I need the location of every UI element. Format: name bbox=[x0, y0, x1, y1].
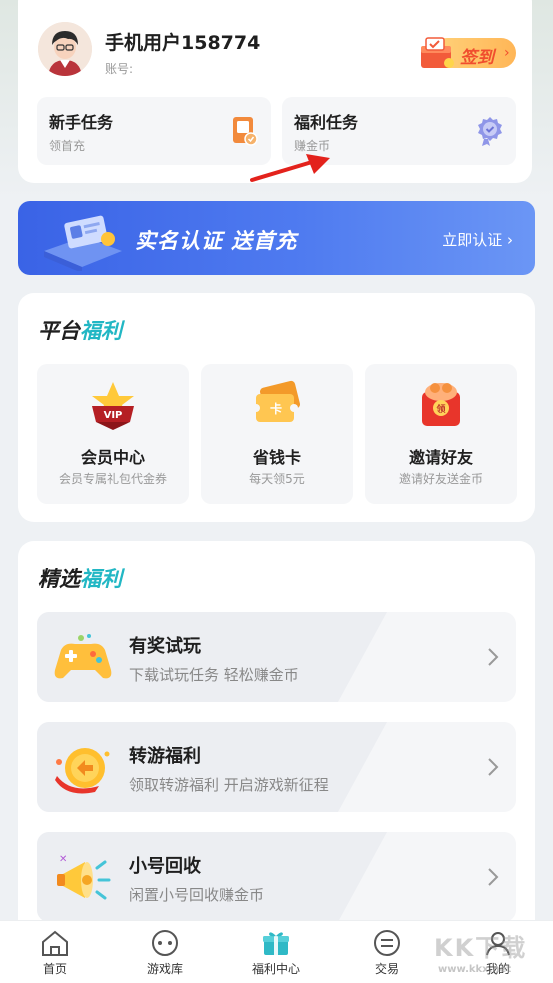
home-icon bbox=[42, 930, 68, 956]
tab-label: 交易 bbox=[374, 962, 399, 976]
gift-box-icon bbox=[421, 37, 454, 68]
task-subtitle: 领首充 bbox=[49, 139, 86, 153]
trade-icon bbox=[374, 930, 400, 956]
row-account-recycle[interactable]: ✕ 小号回收 闲置小号回收赚金币 bbox=[37, 832, 516, 922]
tile-saving-card[interactable]: 卡 省钱卡 每天领5元 bbox=[201, 364, 353, 504]
section-title: 平台福利 bbox=[38, 315, 122, 345]
tile-title: 省钱卡 bbox=[252, 448, 301, 467]
annotation-arrow bbox=[250, 154, 330, 182]
badge-icon bbox=[478, 117, 502, 146]
tab-trade[interactable]: 交易 bbox=[332, 929, 442, 983]
section-title-accent: 福利 bbox=[80, 567, 122, 591]
tile-desc: 每天领5元 bbox=[249, 472, 305, 486]
row-transfer-welfare[interactable]: 转游福利 领取转游福利 开启游戏新征程 bbox=[37, 722, 516, 812]
banner-title: 实名认证 送首充 bbox=[135, 229, 298, 253]
chevron-right-icon bbox=[488, 758, 499, 776]
tablet-gift-icon bbox=[233, 117, 258, 146]
tile-title: 会员中心 bbox=[80, 448, 145, 467]
platform-welfare-section: 平台福利 VIP 会员中心 会员专属礼包代金券 卡 省钱卡 每天领5元 领 邀请… bbox=[18, 293, 535, 522]
watermark-text: KK下载 bbox=[434, 934, 528, 962]
account-label: 账号: bbox=[105, 62, 134, 76]
svg-text:领: 领 bbox=[436, 403, 445, 415]
banner-cta[interactable]: 立即认证 › bbox=[442, 229, 513, 250]
tile-desc: 会员专属礼包代金券 bbox=[58, 472, 167, 486]
coin-swap-icon bbox=[55, 748, 110, 794]
svg-text:卡: 卡 bbox=[270, 401, 282, 416]
tile-invite-friends[interactable]: 领 邀请好友 邀请好友送金币 bbox=[365, 364, 517, 504]
section-title-plain: 精选 bbox=[38, 567, 80, 591]
tab-label: 首页 bbox=[42, 962, 67, 976]
tab-label: 福利中心 bbox=[251, 962, 300, 976]
row-title: 小号回收 bbox=[129, 856, 201, 877]
svg-text:✕: ✕ bbox=[59, 854, 67, 865]
signin-button[interactable]: 签到 › bbox=[418, 34, 516, 74]
chevron-right-icon bbox=[488, 868, 499, 886]
row-title: 转游福利 bbox=[129, 746, 201, 767]
gift-icon bbox=[263, 932, 289, 955]
task-title: 新手任务 bbox=[49, 113, 114, 132]
signin-label: 签到 bbox=[460, 48, 494, 68]
section-title-accent: 福利 bbox=[80, 319, 122, 343]
task-title: 福利任务 bbox=[294, 113, 359, 132]
ticket-card-icon: 卡 bbox=[252, 380, 301, 422]
chevron-right-icon bbox=[488, 648, 499, 666]
tab-label: 游戏库 bbox=[146, 962, 183, 976]
row-desc: 领取转游福利 开启游戏新征程 bbox=[129, 776, 329, 794]
row-desc: 闲置小号回收赚金币 bbox=[129, 886, 265, 904]
tab-welfare-center[interactable]: 福利中心 bbox=[221, 929, 331, 983]
svg-text:VIP: VIP bbox=[104, 410, 123, 421]
tile-title: 邀请好友 bbox=[408, 448, 473, 467]
selected-welfare-section: 精选福利 有奖试玩 下载试玩任务 轻松赚金币 转游福利 领取转游福利 开启游戏新… bbox=[18, 541, 535, 941]
tab-game-library[interactable]: 游戏库 bbox=[110, 929, 220, 983]
gamepad-icon bbox=[54, 634, 112, 679]
tile-member-center[interactable]: VIP 会员中心 会员专属礼包代金券 bbox=[37, 364, 189, 504]
vip-crown-icon: VIP bbox=[92, 382, 134, 430]
realname-banner[interactable]: 实名认证 送首充 立即认证 › bbox=[18, 201, 535, 275]
id-card-icon bbox=[44, 215, 122, 271]
tab-home[interactable]: 首页 bbox=[0, 929, 110, 983]
row-title: 有奖试玩 bbox=[129, 636, 201, 657]
watermark: KK下载 www.kkx.net bbox=[434, 928, 553, 978]
chevron-right-icon: › bbox=[504, 45, 510, 61]
section-title-plain: 平台 bbox=[38, 319, 80, 343]
row-trial-play[interactable]: 有奖试玩 下载试玩任务 轻松赚金币 bbox=[37, 612, 516, 702]
red-envelope-icon: 领 bbox=[422, 383, 460, 426]
user-avatar[interactable] bbox=[38, 22, 92, 76]
username: 手机用户158774 bbox=[105, 32, 261, 54]
game-library-icon bbox=[152, 930, 178, 956]
megaphone-icon: ✕ bbox=[57, 854, 111, 900]
watermark-sub: www.kkx.net bbox=[438, 964, 512, 975]
tile-desc: 邀请好友送金币 bbox=[398, 472, 483, 486]
section-title: 精选福利 bbox=[38, 563, 122, 593]
row-desc: 下载试玩任务 轻松赚金币 bbox=[129, 666, 299, 684]
task-newbie[interactable]: 新手任务 领首充 bbox=[37, 97, 271, 165]
